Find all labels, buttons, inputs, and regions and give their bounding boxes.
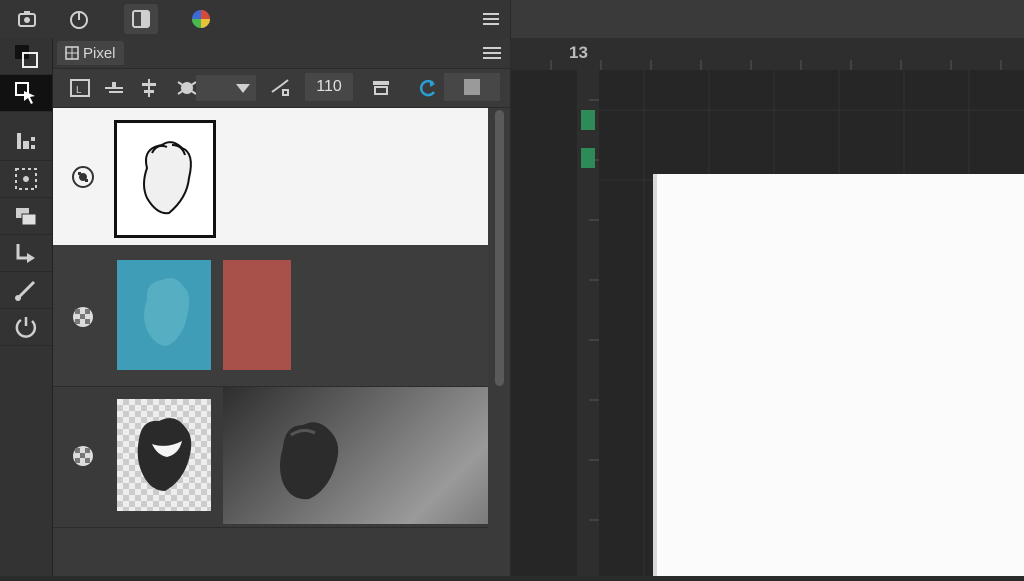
swatch-square [464,79,480,95]
top-toolbar [0,0,510,39]
selection-icon[interactable] [0,161,52,198]
rotate-icon[interactable] [0,309,52,346]
layer-thumbnail [114,120,216,238]
panel-menu-icon[interactable] [481,44,503,62]
camera-icon[interactable] [10,4,44,34]
tab-pixel[interactable]: Pixel [57,41,124,65]
eye-open-icon[interactable] [71,165,95,189]
blend-mode-select[interactable] [196,75,256,101]
pointer-icon[interactable] [0,75,52,112]
layer-preview [223,387,488,524]
layer-thumbnail [117,399,211,511]
checker-icon[interactable] [71,444,95,468]
layers-panel: Pixel L 110 [53,38,510,576]
svg-text:L: L [76,85,82,96]
align-icon[interactable] [136,77,162,99]
canvas-area[interactable]: 13 [511,38,1024,576]
opacity-field[interactable]: 110 [305,73,353,101]
document-canvas[interactable] [653,174,1024,576]
grid-icon [65,46,79,60]
layers-icon[interactable] [0,198,52,235]
ruler-label: 13 [569,43,588,62]
checker-icon[interactable] [71,305,95,329]
top-bar-right [511,0,1024,38]
brush-icon[interactable] [0,272,52,309]
add-layer-icon[interactable]: L [67,77,93,99]
move-icon[interactable] [0,235,52,272]
scrollbar-thumb[interactable] [495,110,504,386]
transform-layer-icon[interactable] [267,77,293,99]
color-wheel-icon[interactable] [184,4,218,34]
top-ruler: 13 [511,38,1024,70]
layer-row[interactable] [53,387,488,528]
power-icon[interactable] [62,4,96,34]
transform-icon[interactable] [0,124,52,161]
clip-icon[interactable] [368,77,394,99]
layer-row[interactable] [53,246,488,387]
layer-thumbnail [117,260,211,370]
panel-header: Pixel [53,38,510,69]
color-swap-icon[interactable] [0,38,52,75]
hamburger-menu-icon[interactable] [474,4,508,34]
refresh-icon[interactable] [415,77,441,99]
layer-row[interactable] [53,108,488,245]
flatten-icon[interactable] [101,77,127,99]
left-ruler [577,70,599,576]
layout-icon[interactable] [124,4,158,34]
layer-toolbar: L 110 [53,69,510,108]
layer-mask-thumbnail [223,260,291,370]
tab-label: Pixel [83,44,116,62]
color-swatch[interactable] [444,73,500,101]
chevron-down-icon [236,84,250,93]
tool-strip [0,38,53,576]
